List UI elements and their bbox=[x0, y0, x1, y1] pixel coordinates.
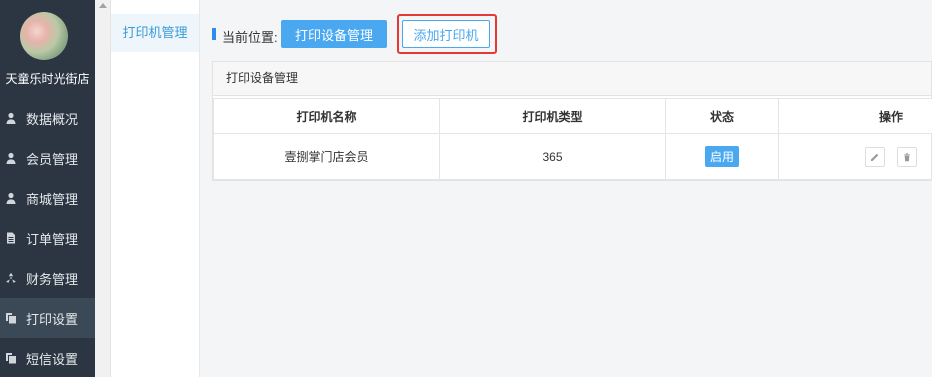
sidebar-item-label: 会员管理 bbox=[26, 151, 79, 167]
highlight-annotation bbox=[397, 14, 497, 54]
sidebar-item-label: 短信设置 bbox=[26, 351, 79, 367]
cell-printer-type: 365 bbox=[439, 133, 666, 180]
sidebar-item-label: 数据概况 bbox=[26, 111, 79, 127]
sidebar-item-data-overview[interactable]: 数据概况 bbox=[0, 98, 95, 138]
column-header-status: 状态 bbox=[665, 98, 779, 134]
table-row: 壹捌掌门店会员 365 启用 bbox=[213, 133, 932, 180]
sidebar-item-label: 财务管理 bbox=[26, 271, 79, 287]
copy-icon bbox=[4, 351, 18, 365]
sidebar-item-mall-management[interactable]: 商城管理 bbox=[0, 178, 95, 218]
user-icon bbox=[4, 151, 18, 165]
trash-icon bbox=[903, 152, 910, 161]
sidebar-item-label: 商城管理 bbox=[26, 191, 79, 207]
pencil-icon bbox=[871, 153, 879, 161]
printer-device-management-button[interactable]: 打印设备管理 bbox=[281, 20, 387, 48]
document-icon bbox=[4, 231, 18, 245]
breadcrumb-label: 当前位置: bbox=[222, 30, 278, 45]
sidebar-item-print-settings[interactable]: 打印设置 bbox=[0, 298, 95, 338]
sidebar-item-finance-management[interactable]: 财务管理 bbox=[0, 258, 95, 298]
recycle-icon bbox=[4, 271, 18, 285]
delete-button[interactable] bbox=[896, 146, 917, 167]
sidebar-item-order-management[interactable]: 订单管理 bbox=[0, 218, 95, 258]
user-icon bbox=[4, 111, 18, 125]
cell-printer-name: 壹捌掌门店会员 bbox=[213, 133, 440, 180]
printer-device-panel: 打印设备管理 打印机名称 打印机类型 状态 操作 壹捌掌门店会员 365 启用 bbox=[212, 61, 932, 181]
user-icon bbox=[4, 191, 18, 205]
copy-icon bbox=[4, 311, 18, 325]
sidebar-scrollbar[interactable] bbox=[95, 0, 111, 377]
panel-title: 打印设备管理 bbox=[213, 62, 931, 96]
cell-actions bbox=[778, 133, 932, 180]
shop-name: 天童乐时光街店 bbox=[5, 72, 90, 86]
avatar[interactable] bbox=[20, 12, 68, 60]
sidebar-item-label: 订单管理 bbox=[26, 231, 79, 247]
sidebar-item-sms-settings[interactable]: 短信设置 bbox=[0, 338, 95, 377]
submenu: 打印机管理 bbox=[111, 0, 200, 377]
breadcrumb-marker bbox=[212, 28, 216, 40]
status-badge: 启用 bbox=[704, 146, 739, 167]
column-header-actions: 操作 bbox=[778, 98, 932, 134]
sidebar-item-member-management[interactable]: 会员管理 bbox=[0, 138, 95, 178]
column-header-printer-type: 打印机类型 bbox=[439, 98, 666, 134]
sidebar-item-label: 打印设置 bbox=[26, 311, 79, 327]
edit-button[interactable] bbox=[865, 146, 886, 167]
scroll-up-arrow-icon[interactable] bbox=[99, 3, 107, 8]
table-header-row: 打印机名称 打印机类型 状态 操作 bbox=[213, 98, 932, 134]
main-sidebar: 天童乐时光街店 数据概况 会员管理 商城管理 订单管理 财务管理 打印设置 短信… bbox=[0, 0, 95, 377]
printer-table: 打印机名称 打印机类型 状态 操作 壹捌掌门店会员 365 启用 bbox=[213, 98, 932, 180]
submenu-item-printer-management[interactable]: 打印机管理 bbox=[111, 14, 199, 52]
cell-status: 启用 bbox=[665, 133, 779, 180]
column-header-printer-name: 打印机名称 bbox=[213, 98, 440, 134]
